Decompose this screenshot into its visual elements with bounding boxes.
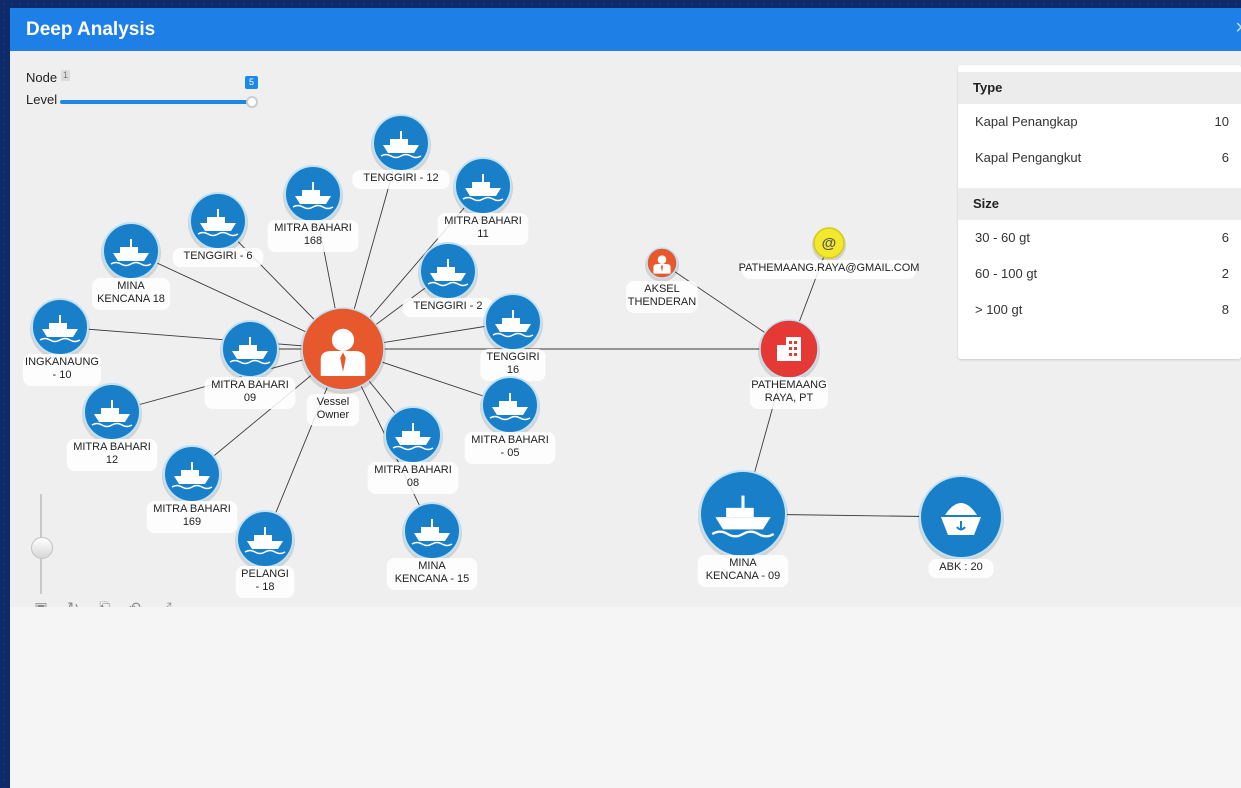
node-label: MITRA BAHARI <box>153 503 231 515</box>
size-row-label: > 100 gt <box>975 302 1023 317</box>
node-label: TENGGIRI <box>486 351 539 363</box>
type-row-label: Kapal Penangkap <box>975 114 1078 129</box>
graph-node-abk[interactable]: ABK : 20 <box>918 475 1004 578</box>
dialog-body-empty <box>10 607 1241 788</box>
deep-analysis-dialog: Deep Analysis × VesselOwner TENGGIRI - 12… <box>10 8 1241 788</box>
node-label: INGKANAUNG <box>25 356 99 368</box>
node-label: Owner <box>317 409 350 421</box>
level-slider[interactable] <box>60 100 253 104</box>
node-label: RAYA, PT <box>765 392 814 404</box>
size-row-1[interactable]: 60 - 100 gt 2 <box>958 256 1241 292</box>
node-label: - 05 <box>501 447 520 459</box>
zoom-slider-knob[interactable] <box>31 537 53 559</box>
size-row-count: 8 <box>1221 302 1229 317</box>
node-label: - 10 <box>53 369 72 381</box>
unlock-icon[interactable]: ⎗ <box>96 599 114 607</box>
graph-node-p18[interactable]: PELANGI- 18 <box>235 510 295 598</box>
refresh-icon[interactable]: ↻ <box>64 599 82 607</box>
node-label: MINA <box>418 560 446 572</box>
graph-node-t2[interactable]: TENGGIRI - 2 <box>402 242 494 317</box>
node-label: MITRA BAHARI <box>471 434 549 446</box>
node-label: 16 <box>507 364 519 376</box>
type-row-label: Kapal Pengangkut <box>975 150 1082 165</box>
graph-node-ik10[interactable]: INGKANAUNG- 10 <box>23 298 101 386</box>
graph-node-mk09[interactable]: MINAKENCANA - 09 <box>697 470 789 587</box>
graph-node-owner[interactable]: VesselOwner <box>300 307 386 426</box>
node-label: ABK : 20 <box>939 561 982 573</box>
node-label: MITRA BAHARI <box>211 379 289 391</box>
undo-icon[interactable]: ↶ <box>126 599 144 607</box>
fullscreen-icon[interactable]: ⤢ <box>157 599 175 607</box>
size-row-0[interactable]: 30 - 60 gt 6 <box>958 220 1241 256</box>
graph-node-email[interactable]: @ PATHEMAANG.RAYA@GMAIL.COM <box>739 227 920 279</box>
type-row-count: 6 <box>1221 150 1229 165</box>
node-label: THENDERAN <box>628 296 697 308</box>
node-label: 169 <box>183 516 201 528</box>
node-label: KENCANA 18 <box>97 293 165 305</box>
level-label: Level <box>26 92 58 107</box>
node-label: KENCANA - 09 <box>706 570 781 582</box>
nodes: VesselOwnerTENGGIRI - 12MITRA BAHARI168M… <box>23 114 1004 598</box>
type-row-0[interactable]: Kapal Penangkap 10 <box>958 104 1241 140</box>
node-label: MITRA BAHARI <box>374 464 452 476</box>
node-label: - 18 <box>256 581 275 593</box>
node-label: KENCANA - 15 <box>395 573 470 585</box>
graph-node-mb08[interactable]: MITRA BAHARI08 <box>367 406 459 494</box>
size-row-2[interactable]: > 100 gt 8 <box>958 292 1241 328</box>
node-label: TENGGIRI - 12 <box>363 172 438 184</box>
graph-node-mk15[interactable]: MINAKENCANA - 15 <box>386 502 478 590</box>
type-row-1[interactable]: Kapal Pengangkut 6 <box>958 140 1241 176</box>
graph-node-mb168[interactable]: MITRA BAHARI168 <box>267 165 359 252</box>
graph-node-mk18[interactable]: MINAKENCANA 18 <box>92 222 170 310</box>
node-label: TENGGIRI - 2 <box>413 300 482 312</box>
graph-node-t12[interactable]: TENGGIRI - 12 <box>352 114 450 189</box>
size-row-label: 30 - 60 gt <box>975 230 1030 245</box>
node-label: MITRA BAHARI <box>444 215 522 227</box>
node-label: 12 <box>106 454 118 466</box>
node-label: MITRA BAHARI <box>73 441 151 453</box>
node-label: 08 <box>407 477 419 489</box>
graph-node-mb12[interactable]: MITRA BAHARI12 <box>66 383 158 471</box>
graph-node-mb05[interactable]: MITRA BAHARI- 05 <box>464 376 556 464</box>
size-row-count: 6 <box>1221 230 1229 245</box>
graph-node-mb09[interactable]: MITRA BAHARI09 <box>204 320 296 409</box>
graph-node-t16[interactable]: TENGGIRI16 <box>480 293 546 381</box>
size-row-label: 60 - 100 gt <box>975 266 1038 281</box>
email-icon: @ <box>822 235 837 252</box>
graph-node-mb11[interactable]: MITRA BAHARI11 <box>437 157 529 245</box>
size-header: Size <box>958 188 1241 220</box>
node-label: MINA <box>729 557 757 569</box>
node-label: 11 <box>477 228 488 240</box>
node-label: 168 <box>304 235 322 247</box>
node-label: Vessel <box>317 396 349 408</box>
type-row-count: 10 <box>1214 114 1229 129</box>
node-value: 1 <box>61 70 70 81</box>
dialog-title: Deep Analysis <box>26 19 156 40</box>
graph-node-mb169[interactable]: MITRA BAHARI169 <box>146 445 238 533</box>
node-label: PELANGI <box>241 568 289 580</box>
graph-node-company[interactable]: PATHEMAANGRAYA, PT <box>750 319 828 409</box>
legend-panel: Type Kapal Penangkap 10 Kapal Pengangkut… <box>958 65 1241 359</box>
graph-node-t6[interactable]: TENGGIRI - 6 <box>172 192 264 267</box>
node-label: PATHEMAANG <box>751 379 826 391</box>
size-row-count: 2 <box>1221 266 1229 281</box>
type-header: Type <box>958 72 1241 104</box>
node-label: AKSEL <box>644 283 679 295</box>
level-slider-knob[interactable] <box>246 96 258 108</box>
fit-icon[interactable]: ▣ <box>32 599 50 607</box>
node-label: MITRA BAHARI <box>274 222 352 234</box>
node-label: PATHEMAANG.RAYA@GMAIL.COM <box>739 262 920 274</box>
close-icon[interactable]: × <box>1235 17 1241 40</box>
node-label: 09 <box>244 392 256 404</box>
node-label: Node <box>26 70 58 85</box>
dialog-header: Deep Analysis × <box>10 8 1241 51</box>
node-label: TENGGIRI - 6 <box>183 250 252 262</box>
node-label: MINA <box>117 280 145 292</box>
level-value: 5 <box>245 76 258 89</box>
